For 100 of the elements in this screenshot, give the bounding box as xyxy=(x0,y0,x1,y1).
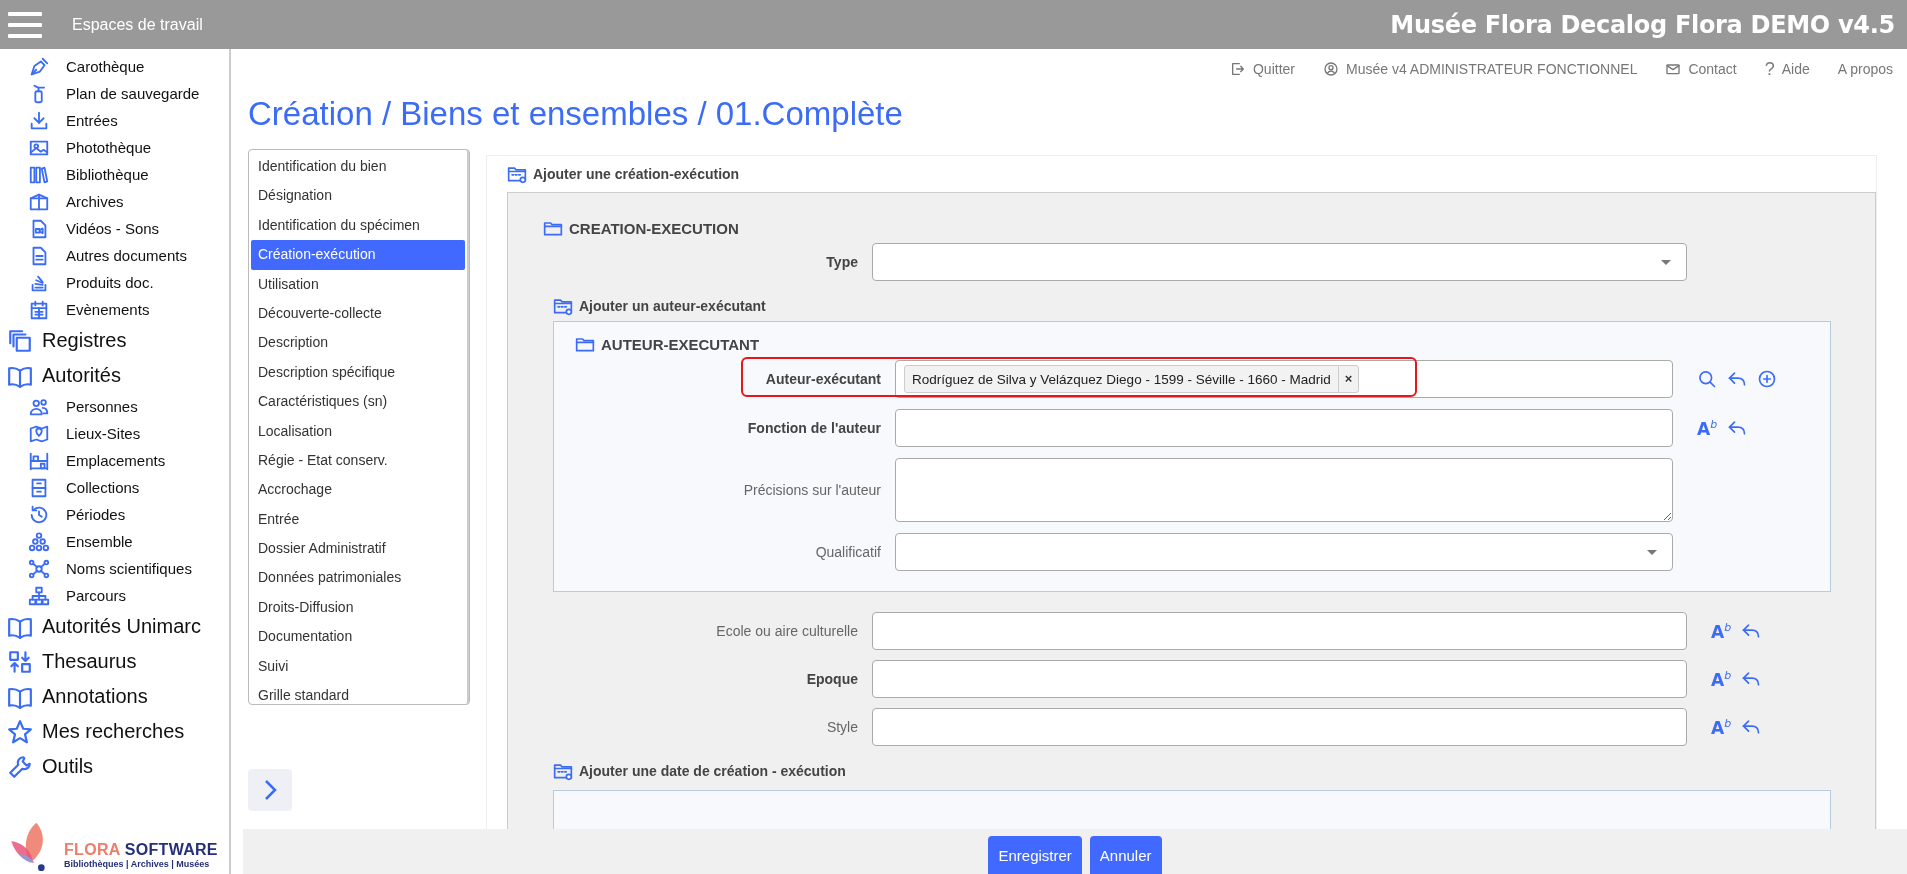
section-tab[interactable]: Identification du spécimen xyxy=(251,210,465,241)
header-link[interactable]: Quitter xyxy=(1229,61,1295,77)
sidebar-item[interactable]: Bibliothèque xyxy=(66,166,149,183)
section-tab[interactable]: Documentation xyxy=(251,622,465,652)
undo-icon[interactable] xyxy=(1727,369,1747,389)
tag-text: Rodríguez de Silva y Velázquez Diego - 1599 - Séville - 1660 - Madrid xyxy=(911,371,1332,387)
folder-calendar-icon xyxy=(553,761,573,781)
section-tab[interactable]: Entrée xyxy=(251,504,465,535)
action-button[interactable]: Enregistrer xyxy=(988,836,1082,874)
sidebar-item[interactable]: Collections xyxy=(66,479,140,496)
sidebar-item[interactable]: Archives xyxy=(66,193,124,210)
wrench-icon xyxy=(7,753,33,780)
caret-icon xyxy=(1661,260,1671,265)
sidebar-item[interactable]: Noms scientifiques xyxy=(66,560,192,577)
sidebar-item[interactable]: Annotations xyxy=(42,685,148,708)
header-link[interactable]: A propos xyxy=(1837,61,1893,77)
input-field[interactable] xyxy=(872,612,1687,650)
remove-tag-button[interactable]: × xyxy=(1337,366,1359,392)
undo-icon[interactable] xyxy=(1741,669,1762,689)
sidebar-item[interactable]: Autorités Unimarc xyxy=(42,615,201,638)
section-tab[interactable]: Création-exécution xyxy=(251,240,465,270)
app-title: Musée Flora Decalog Flora DEMO v4.5 xyxy=(1390,10,1895,39)
input-field[interactable] xyxy=(872,708,1687,746)
section-tab[interactable]: Utilisation xyxy=(251,269,465,299)
undo-icon[interactable] xyxy=(1741,621,1762,641)
section-tab[interactable]: Description xyxy=(251,328,465,358)
star-icon xyxy=(7,718,33,745)
sidebar-item[interactable]: Autres documents xyxy=(66,247,187,264)
sidebar-item[interactable]: Parcours xyxy=(66,587,127,604)
sidebar-item[interactable]: Registres xyxy=(42,329,127,352)
sitemap-icon xyxy=(28,584,50,607)
section-tab[interactable]: Désignation xyxy=(251,181,465,211)
section-tab[interactable]: Suivi xyxy=(251,651,465,682)
undo-icon[interactable] xyxy=(1741,717,1762,737)
sidebar-item[interactable]: Autorités xyxy=(42,364,121,387)
sidebar-item[interactable]: Entrées xyxy=(66,112,118,129)
input-field[interactable] xyxy=(872,660,1687,698)
folder-calendar-icon xyxy=(553,296,573,316)
section-tab[interactable]: Régie - Etat conserv. xyxy=(251,445,465,476)
logo-wordmark: FLORA SOFTWARE xyxy=(64,841,218,859)
sidebar-item[interactable]: Photothèque xyxy=(66,139,152,156)
field-label: Ecole ou aire culturelle xyxy=(715,623,858,639)
header-link[interactable]: Musée v4 ADMINISTRATEUR FONCTIONNEL xyxy=(1323,61,1638,77)
sidebar-item[interactable]: Produits doc. xyxy=(66,274,154,291)
exit-icon xyxy=(1229,61,1246,77)
swap-icon xyxy=(7,648,33,675)
section-tab[interactable]: Localisation xyxy=(251,416,465,446)
add-circle-icon[interactable] xyxy=(1757,369,1777,389)
calendar-icon xyxy=(28,298,50,321)
action-button[interactable]: Annuler xyxy=(1089,836,1162,874)
input-field[interactable] xyxy=(895,409,1673,447)
download-icon xyxy=(28,109,50,132)
format-icon[interactable]: A$^{b}$ xyxy=(1711,717,1732,737)
user-circle-icon xyxy=(1323,61,1339,77)
format-icon[interactable]: A$^{b}$ xyxy=(1711,669,1732,689)
section-tab[interactable]: Description spécifique xyxy=(251,357,465,388)
section-tab[interactable]: Caractéristiques (sn) xyxy=(251,387,465,417)
menu-icon[interactable] xyxy=(8,11,42,38)
folder-calendar-icon xyxy=(507,164,527,184)
section-tab[interactable]: Identification du bien xyxy=(251,152,465,182)
circles-icon xyxy=(28,530,50,553)
search-icon[interactable] xyxy=(1697,369,1717,389)
next-button[interactable] xyxy=(248,769,292,811)
undo-icon[interactable] xyxy=(1727,418,1748,438)
format-icon[interactable]: A$^{b}$ xyxy=(1711,621,1732,641)
logo-tagline: Bibliothèques | Archives | Musées xyxy=(64,859,211,869)
sidebar-item[interactable]: Vidéos - Sons xyxy=(66,220,160,237)
section-tab[interactable]: Dossier Administratif xyxy=(251,534,465,564)
header-link[interactable]: ? Aide xyxy=(1764,58,1810,80)
sidebar-item[interactable]: Mes recherches xyxy=(42,720,185,743)
section-tab[interactable]: Droits-Diffusion xyxy=(251,592,465,623)
section-tab[interactable]: Grille standard xyxy=(251,681,465,704)
sidebar-item[interactable]: Ensemble xyxy=(66,533,133,550)
sidebar-item[interactable]: Thesaurus xyxy=(42,650,137,673)
section-tab[interactable]: Accrochage xyxy=(251,475,465,505)
sidebar-item[interactable]: Evènements xyxy=(66,301,150,318)
field-label: Qualificatif xyxy=(814,544,881,560)
page-title: Création / Biens et ensembles / 01.Complète xyxy=(247,94,904,134)
section-heading: Ajouter un auteur-exécutant xyxy=(579,298,766,314)
section-title: CREATION-EXECUTION xyxy=(569,219,739,237)
sidebar-item[interactable]: Outils xyxy=(42,755,94,778)
sidebar-item[interactable]: Carothèque xyxy=(66,58,145,75)
sidebar-item[interactable]: Périodes xyxy=(66,506,126,523)
field-label: Fonction de l'auteur xyxy=(746,420,881,436)
sidebar-item[interactable]: Plan de sauvegarde xyxy=(66,85,200,102)
section-tab[interactable]: Données patrimoniales xyxy=(251,563,465,593)
section-title: AUTEUR-EXECUTANT xyxy=(601,335,760,353)
dropdown-field[interactable] xyxy=(895,533,1673,571)
sidebar-item[interactable]: Personnes xyxy=(66,398,138,415)
field-label: Epoque xyxy=(805,671,858,687)
header-link[interactable]: Contact xyxy=(1665,61,1737,77)
tag-input-field[interactable]: Rodríguez de Silva y Velázquez Diego - 1599 - Séville - 1660 - Madrid × xyxy=(895,360,1673,398)
history-icon xyxy=(28,503,50,526)
section-tab[interactable]: Découverte-collecte xyxy=(251,298,465,329)
chevron-right-icon xyxy=(262,778,278,802)
dropdown-field[interactable] xyxy=(872,243,1687,281)
sidebar-item[interactable]: Emplacements xyxy=(66,452,166,469)
format-icon[interactable]: A$^{b}$ xyxy=(1697,418,1718,438)
sidebar-item[interactable]: Lieux-Sites xyxy=(66,425,141,442)
textarea-field[interactable] xyxy=(895,458,1673,522)
